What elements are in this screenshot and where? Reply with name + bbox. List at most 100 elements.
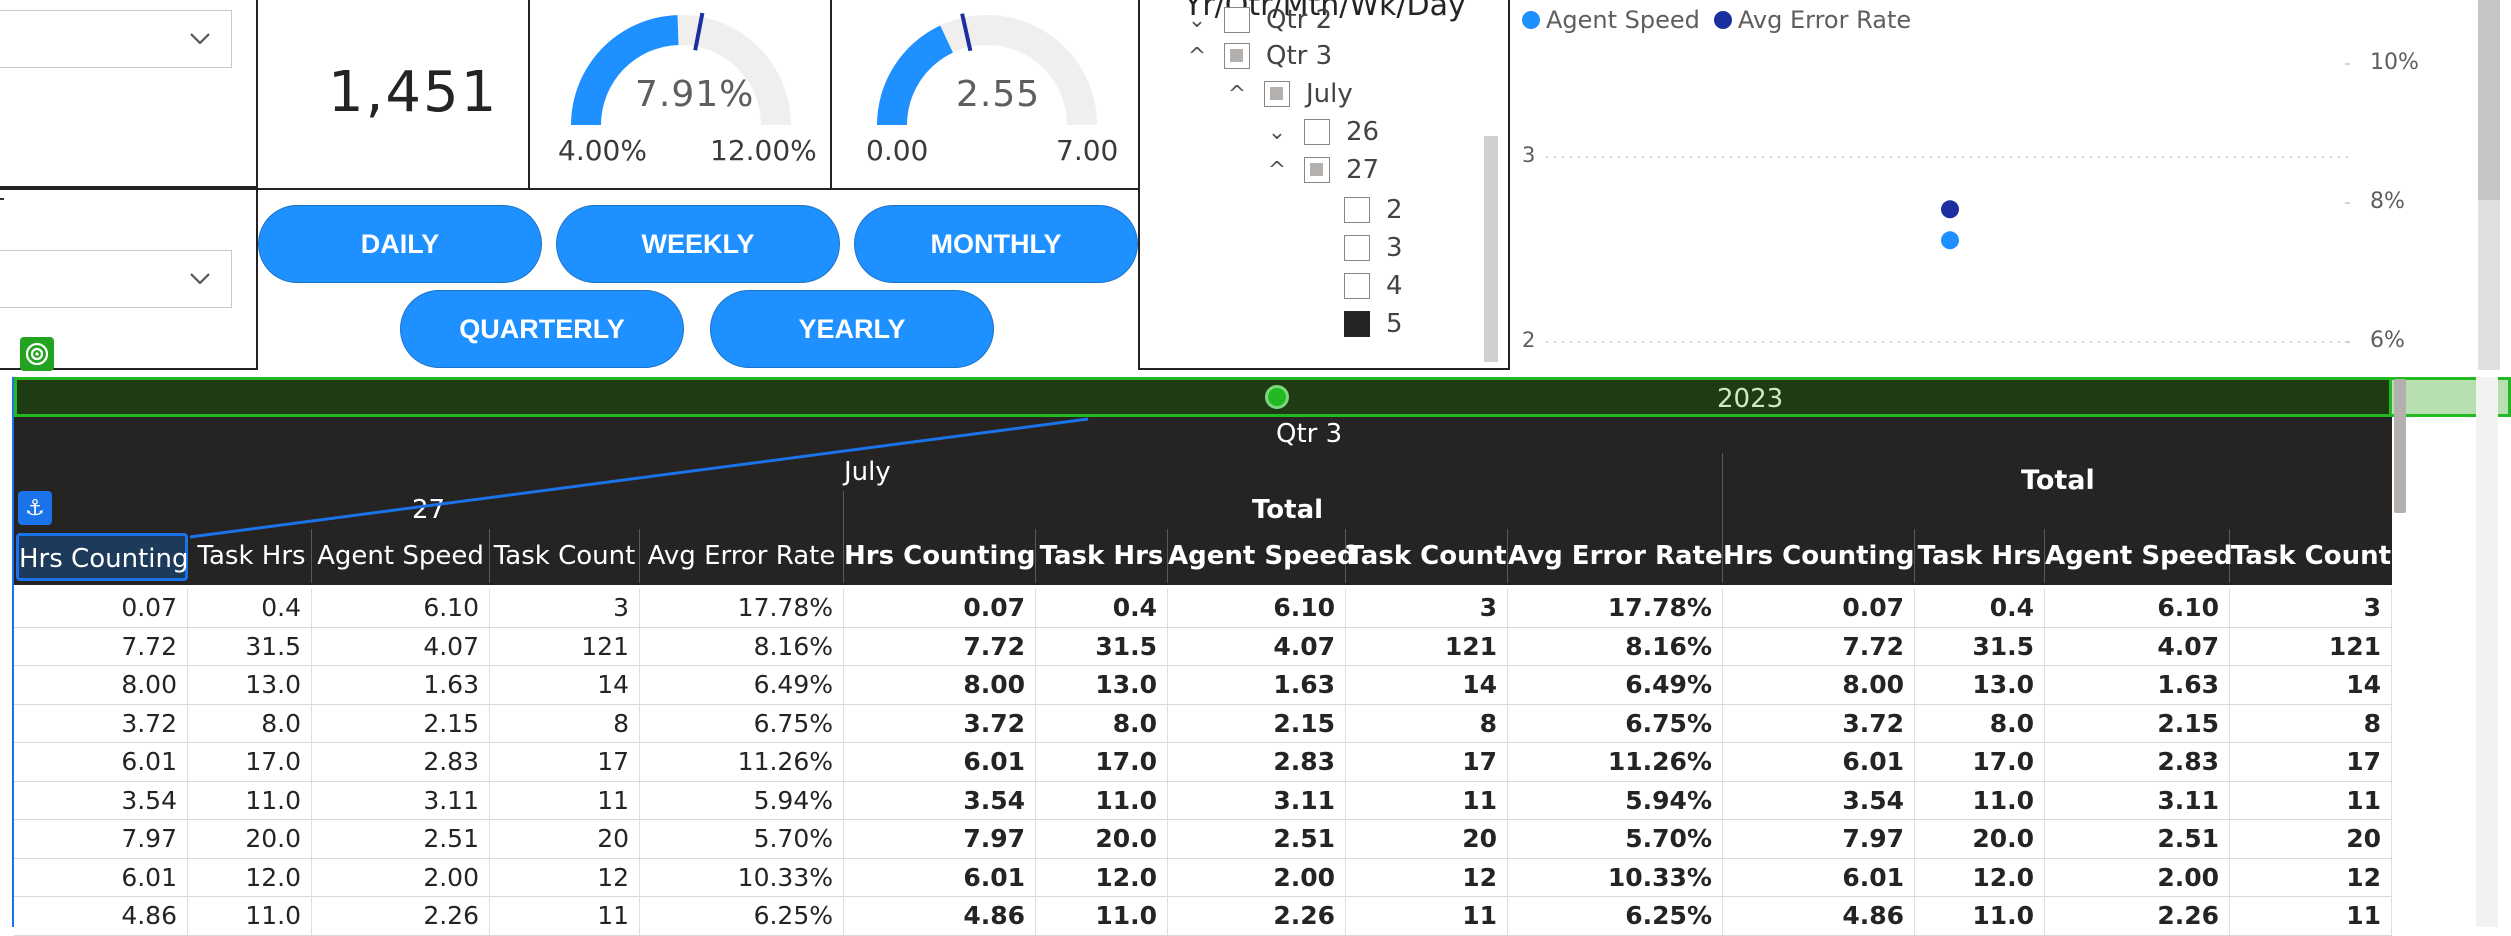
col-header-grand-task-hrs[interactable]: Task Hrs <box>1915 529 2045 583</box>
slicer-tree-item[interactable]: 3 <box>1304 230 1403 266</box>
yearly-button[interactable]: YEARLY <box>710 290 994 368</box>
slicer-tree-item[interactable]: ^ 27 <box>1264 152 1379 188</box>
drag-handle-icon[interactable] <box>1265 385 1289 409</box>
table-row[interactable]: 3.54 11.0 3.11 11 5.94% 3.54 11.0 3.11 11 5.94% 3.… <box>14 781 2392 820</box>
gauge-min: 4.00% <box>558 134 647 167</box>
weekly-button[interactable]: WEEKLY <box>556 205 840 283</box>
col-header-total-task-count[interactable]: Task Count <box>1346 529 1508 583</box>
slicer-tree-item[interactable]: 5 <box>1304 306 1403 342</box>
table-row[interactable]: 6.01 17.0 2.83 17 11.26% 6.01 17.0 2.83 17 11.26%… <box>14 743 2392 782</box>
table-cell: 3 <box>1346 589 1508 627</box>
table-cell: 31.5 <box>1915 627 2045 666</box>
table-cell: 17.0 <box>192 743 312 781</box>
table-cell: 1.63 <box>1168 666 1346 704</box>
table-cell: 11.26% <box>1508 743 1723 781</box>
slicer-tree-item[interactable]: 4 <box>1304 268 1403 304</box>
col-header-total-avg-error-rate[interactable]: Avg Error Rate <box>1508 529 1723 583</box>
chevron-up-icon[interactable]: ^ <box>1184 44 1210 69</box>
scatter-chart: Agent Speed Avg Error Rate 3 2 10% 8% 6% <box>1510 0 2511 370</box>
target-icon[interactable] <box>20 337 54 371</box>
table-cell: 6.75% <box>1508 704 1723 743</box>
checkbox[interactable] <box>1224 43 1250 69</box>
monthly-button[interactable]: MONTHLY <box>854 205 1138 283</box>
table-cell: 20.0 <box>192 820 312 858</box>
table-cell: 1.63 <box>312 666 490 704</box>
checkbox[interactable] <box>1304 157 1330 183</box>
quarterly-button[interactable]: QUARTERLY <box>400 290 684 368</box>
tree-item-label: July <box>1306 79 1353 109</box>
chart-scrollbar-thumb[interactable] <box>2478 0 2500 200</box>
table-cell: 20.0 <box>1036 820 1168 858</box>
gauge-min: 0.00 <box>866 134 929 167</box>
checkbox[interactable] <box>1344 197 1370 223</box>
slicer-dropdown-2[interactable] <box>0 250 232 308</box>
gauge-card-error-rate: 7.91% 4.00% 12.00% <box>528 0 832 190</box>
matrix-scrollbar-track[interactable] <box>2476 377 2498 927</box>
matrix-scrollbar-thumb[interactable] <box>2394 379 2406 513</box>
table-cell: 2.15 <box>2045 704 2230 743</box>
table-cell: 8.0 <box>192 704 312 743</box>
table-cell: 0.07 <box>844 589 1036 627</box>
col-header-grand-hrs-counting[interactable]: Hrs Counting <box>1723 529 1915 583</box>
table-cell: 2.15 <box>1168 704 1346 743</box>
table-cell: 31.5 <box>192 627 312 666</box>
table-row[interactable]: 8.00 13.0 1.63 14 6.49% 8.00 13.0 1.63 14 6.49% 8.… <box>14 666 2392 705</box>
table-cell: 6.01 <box>1723 743 1915 781</box>
table-cell: 11 <box>2230 897 2392 935</box>
chevron-down-icon[interactable]: ⌄ <box>1264 120 1290 145</box>
table-cell: 17 <box>1346 743 1508 781</box>
table-row[interactable]: 7.72 31.5 4.07 121 8.16% 7.72 31.5 4.07 121 8.16%… <box>14 627 2392 666</box>
slicer-tree-item[interactable]: ^ Qtr 3 <box>1184 38 1332 74</box>
gauge-value: 7.91% <box>635 74 755 115</box>
table-cell: 6.01 <box>844 858 1036 897</box>
checkbox[interactable] <box>1344 273 1370 299</box>
table-row[interactable]: 7.97 20.0 2.51 20 5.70% 7.97 20.0 2.51 20 5.70% 7.… <box>14 820 2392 859</box>
slicer-dropdown-1[interactable] <box>0 10 232 68</box>
table-cell: 20 <box>490 820 640 858</box>
checkbox[interactable] <box>1344 311 1370 337</box>
table-cell: 2.51 <box>312 820 490 858</box>
table-cell: 8.00 <box>14 666 188 704</box>
col-header-grand-task-count[interactable]: Task Count <box>2230 529 2392 583</box>
slicer-scrollbar[interactable] <box>1484 136 1498 362</box>
slicer-tree-item[interactable]: ^ July <box>1224 76 1353 112</box>
data-point-agent-speed[interactable] <box>1941 231 1959 250</box>
daily-button[interactable]: DAILY <box>258 205 542 283</box>
table-cell: 7.72 <box>1723 627 1915 666</box>
table-cell: 4.86 <box>14 897 188 935</box>
table-row[interactable]: 6.01 12.0 2.00 12 10.33% 6.01 12.0 2.00 12 10.33%… <box>14 858 2392 897</box>
kpi-card-task-count: 1,451 <box>256 0 530 190</box>
y-right-tick: 8% <box>2370 189 2405 214</box>
table-cell: 3.72 <box>14 704 188 743</box>
table-row[interactable]: 3.72 8.0 2.15 8 6.75% 3.72 8.0 2.15 8 6.75% 3.72 8.… <box>14 704 2392 743</box>
checkbox[interactable] <box>1264 81 1290 107</box>
checkbox[interactable] <box>1304 119 1330 145</box>
table-cell: 8.00 <box>1723 666 1915 704</box>
table-row[interactable]: 4.86 11.0 2.26 11 6.25% 4.86 11.0 2.26 11 6.25% 4.… <box>14 897 2392 936</box>
checkbox[interactable] <box>1224 7 1250 33</box>
slicer-tree-item[interactable]: ⌄ Qtr 2 <box>1184 2 1332 38</box>
month-total-label: Total <box>1252 495 1324 525</box>
table-cell: 12.0 <box>1036 858 1168 897</box>
checkbox[interactable] <box>1344 235 1370 261</box>
chevron-up-icon[interactable]: ^ <box>1224 82 1250 107</box>
slicer-tree-item[interactable]: ⌄ 26 <box>1264 114 1379 150</box>
date-hierarchy-slicer: Yr/Qtr/Mth/Wk/Day ⌄ Qtr 2 ^ Qtr 3 ^ July ⌄ 26 ^ 2… <box>1138 0 1510 370</box>
table-cell: 11.0 <box>192 781 312 820</box>
table-cell: 11.0 <box>1915 897 2045 935</box>
table-cell: 8.16% <box>1508 627 1723 666</box>
table-cell: 3 <box>2230 589 2392 627</box>
quarter-label: Qtr 3 <box>1276 419 1343 449</box>
table-cell: 2.51 <box>1168 820 1346 858</box>
chevron-up-icon[interactable]: ^ <box>1264 158 1290 183</box>
table-row[interactable]: 0.07 0.4 6.10 3 17.78% 0.07 0.4 6.10 3 17.78% 0.07… <box>14 589 2392 628</box>
chevron-down-icon[interactable]: ⌄ <box>1184 8 1210 33</box>
col-header-grand-agent-speed[interactable]: Agent Speed <box>2045 529 2233 583</box>
table-cell: 3.54 <box>1723 781 1915 820</box>
table-cell: 4.07 <box>2045 627 2230 666</box>
table-cell: 14 <box>1346 666 1508 704</box>
gauge-card-agent-speed: 2.55 0.00 7.00 <box>830 0 1140 190</box>
table-cell: 14 <box>2230 666 2392 704</box>
slicer-tree-item[interactable]: 2 <box>1304 192 1403 228</box>
data-point-avg-error-rate[interactable] <box>1941 200 1959 219</box>
